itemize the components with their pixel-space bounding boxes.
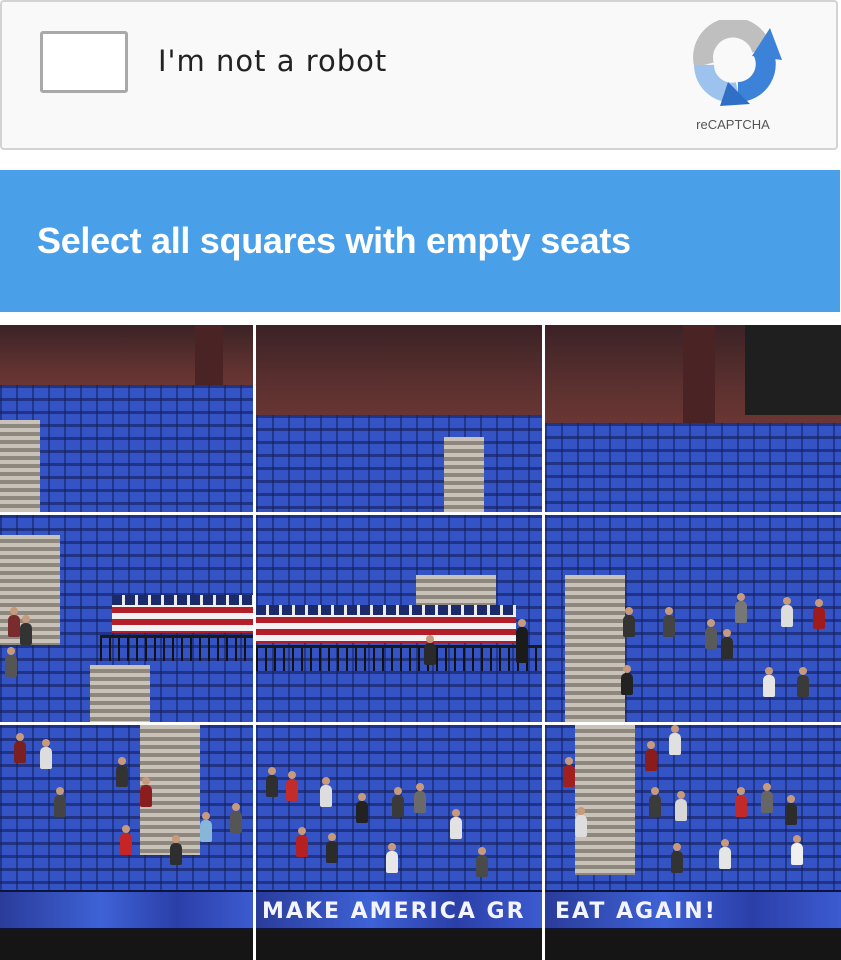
grid-tile-4[interactable] <box>0 515 253 722</box>
recaptcha-widget: I'm not a robot reCAPTCHA <box>0 0 838 150</box>
challenge-header: Select all squares with empty seats <box>0 170 840 312</box>
grid-tile-2[interactable] <box>256 325 542 512</box>
recaptcha-brand: reCAPTCHA <box>696 117 770 132</box>
grid-tile-8[interactable]: MAKE AMERICA GR <box>256 725 542 960</box>
grid-tile-6[interactable] <box>545 515 841 722</box>
banner-text-left: MAKE AMERICA GR <box>262 899 526 924</box>
grid-tile-7[interactable] <box>0 725 253 960</box>
grid-tile-1[interactable] <box>0 325 253 512</box>
grid-tile-5[interactable] <box>256 515 542 722</box>
grid-tile-3[interactable] <box>545 325 841 512</box>
challenge-prompt: Select all squares with empty seats <box>37 220 631 261</box>
not-a-robot-checkbox[interactable] <box>40 31 128 93</box>
grid-tile-9[interactable]: EAT AGAIN! <box>545 725 841 960</box>
image-grid: MAKE AMERICA GR EAT AGAIN! <box>0 325 841 960</box>
banner-text-right: EAT AGAIN! <box>555 899 717 924</box>
recaptcha-arrows-icon <box>693 20 782 106</box>
checkbox-label: I'm not a robot <box>158 44 388 78</box>
